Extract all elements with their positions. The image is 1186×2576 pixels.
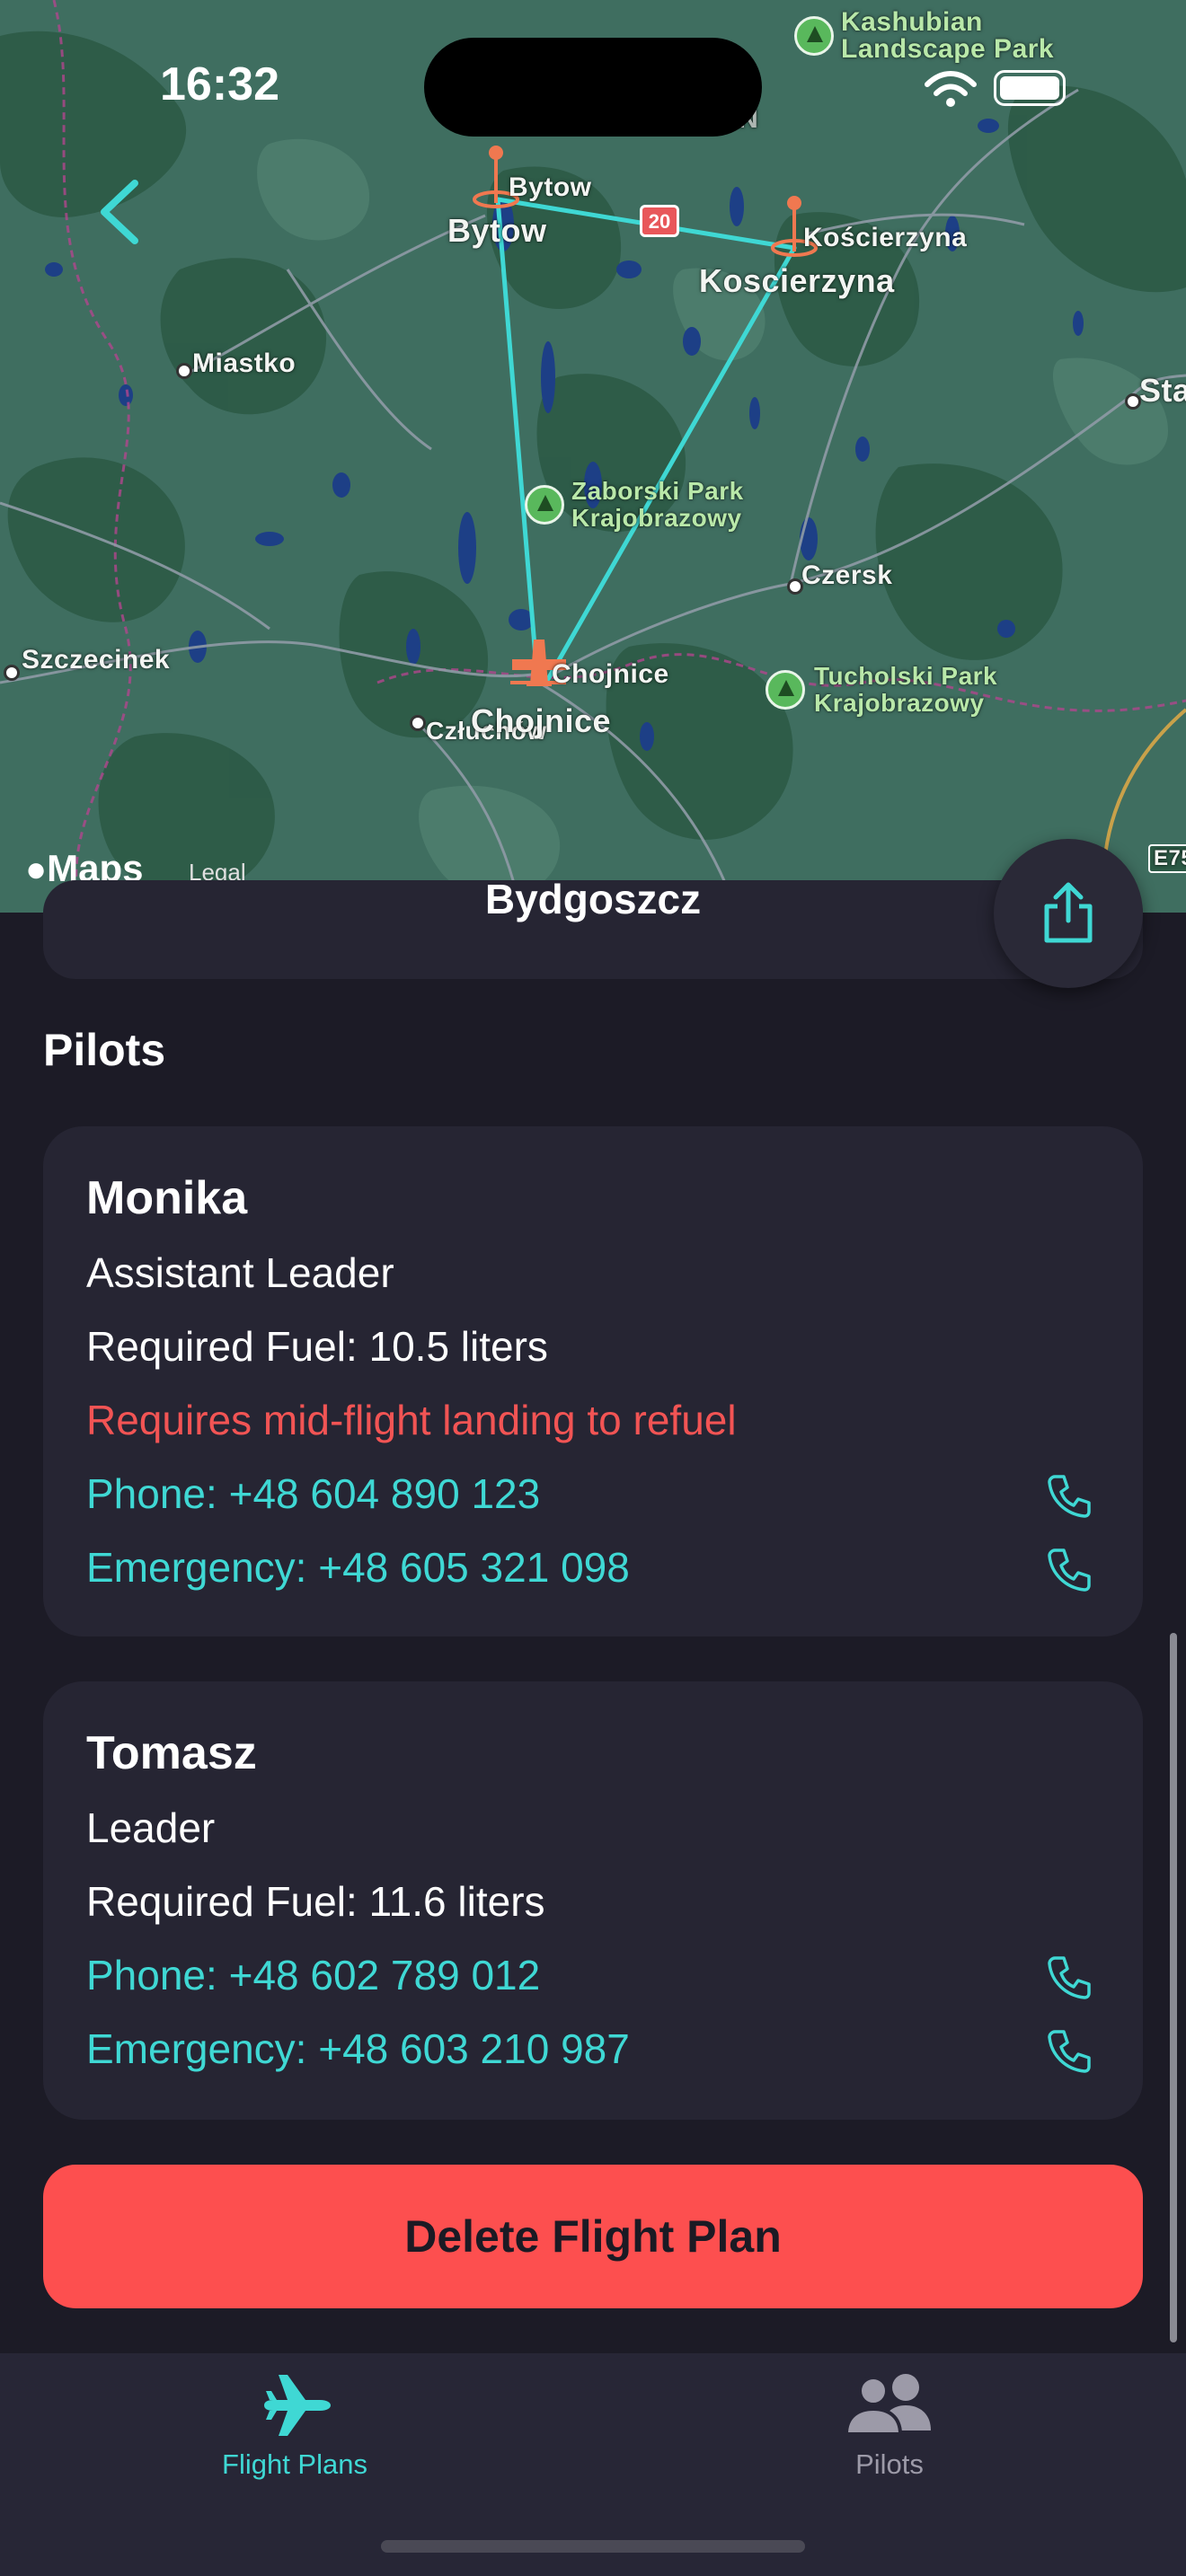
share-icon [1044,882,1093,943]
pilot-phone-link[interactable]: Phone: +48 604 890 123 [86,1469,540,1518]
pilot-role: Assistant Leader [86,1249,394,1296]
map-label-miastko: Miastko [192,348,296,378]
town-dot [410,715,426,731]
pilot-fuel: Required Fuel: 10.5 liters [86,1323,548,1370]
map-label-bytow: Bytow [447,212,547,249]
tab-label: Flight Plans [222,2448,367,2480]
tab-pilots[interactable]: Pilots [710,2353,1069,2533]
share-button[interactable] [994,839,1143,988]
map-label-tucholski: Tucholski Park Krajobrazowy [814,662,998,717]
map-view[interactable]: Kashubian Landscape Park AN Bytow Bytow … [0,0,1186,913]
park-icon [525,485,564,525]
pilot-card: Tomasz Leader Required Fuel: 11.6 liters… [43,1681,1143,2120]
people-icon [845,2374,931,2436]
back-chevron-icon[interactable] [93,176,147,248]
scrollbar[interactable] [1170,1633,1177,2342]
phone-icon[interactable] [1046,1545,1094,1593]
road-number-badge: 20 [640,205,679,237]
phone-icon[interactable] [1046,2026,1094,2075]
pilot-card: Monika Assistant Leader Required Fuel: 1… [43,1126,1143,1636]
phone-icon[interactable] [1046,1953,1094,2001]
park-icon [794,16,834,56]
pilot-phone-link[interactable]: Phone: +48 602 789 012 [86,1951,540,1999]
destination-text: Bydgoszcz [484,880,702,922]
map-label-zaborski: Zaborski Park Krajobrazowy [571,477,744,532]
destination-card: Bydgoszcz [43,880,1143,979]
town-dot [4,665,20,681]
delete-flight-plan-button[interactable]: Delete Flight Plan [43,2165,1143,2308]
tab-flight-plans[interactable]: Flight Plans [115,2353,474,2533]
airplane-icon [264,2375,331,2436]
map-label-kashubian: Kashubian Landscape Park [841,7,1055,64]
map-label-chojnice: Chojnice [471,702,612,739]
pilot-name: Monika [86,1172,248,1224]
map-label-bytow-pin: Bytow [509,172,592,202]
pilot-role: Leader [86,1804,216,1851]
map-label-szczecinek: Szczecinek [22,645,171,675]
map-label-koscierzyna: Koscierzyna [699,262,895,299]
map-label-koscierzyna-pin: Kościerzyna [803,223,968,252]
pilot-fuel: Required Fuel: 11.6 liters [86,1878,545,1925]
phone-icon[interactable] [1046,1471,1094,1520]
refuel-warning: Requires mid-flight landing to refuel [86,1397,737,1443]
map-label-sta: Sta [1139,372,1186,409]
tab-label: Pilots [855,2448,924,2480]
home-indicator[interactable] [381,2540,805,2553]
map-label-e75: E75 [1148,844,1186,873]
map-label-czersk: Czersk [801,560,893,590]
dynamic-island [424,38,762,137]
battery-icon [994,70,1066,106]
status-time: 16:32 [160,58,279,110]
pilot-name: Tomasz [86,1727,257,1779]
town-dot [176,363,192,379]
map-label-chojnice-pin: Chojnice [552,659,669,689]
wifi-icon [925,71,977,107]
pilot-emergency-link[interactable]: Emergency: +48 603 210 987 [86,2025,630,2073]
pilot-emergency-link[interactable]: Emergency: +48 605 321 098 [86,1543,630,1592]
map-terrain [0,0,1186,913]
pilots-section-title: Pilots [43,1025,166,1075]
park-icon [766,670,805,710]
